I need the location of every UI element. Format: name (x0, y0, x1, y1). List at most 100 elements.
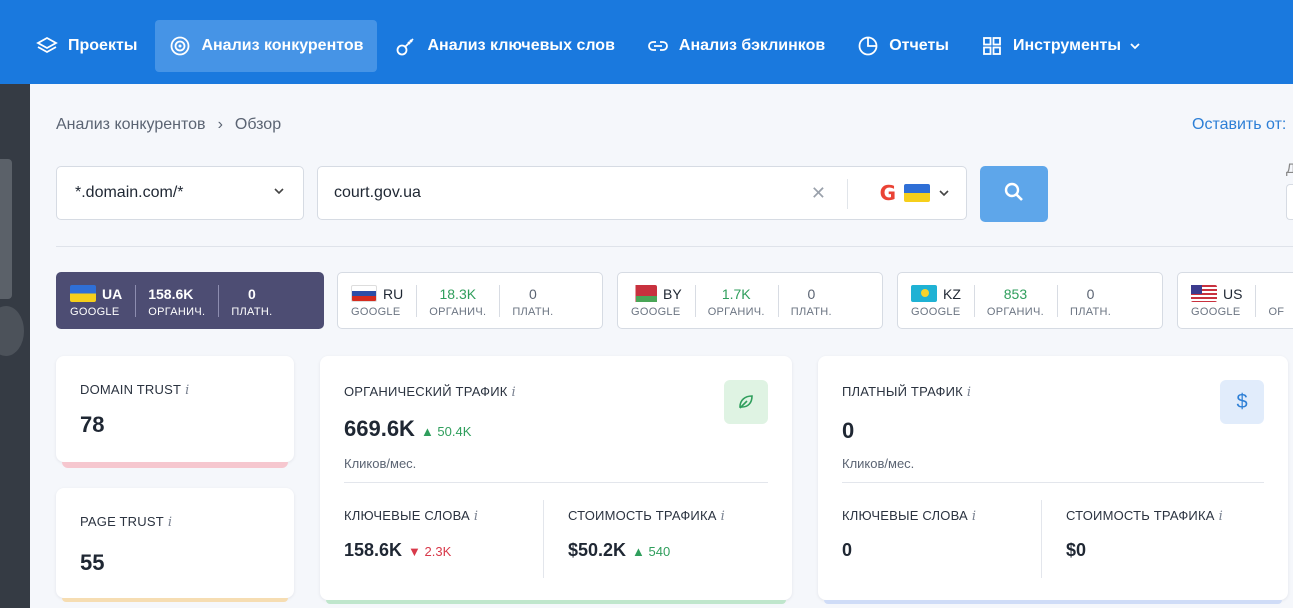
divider (1041, 500, 1042, 578)
divider (847, 179, 848, 209)
region-code: BY (663, 285, 682, 302)
sidebar-toggle[interactable] (0, 306, 24, 356)
organic-cost-title: СТОИМОСТЬ ТРАФИКА i (568, 508, 725, 524)
domain-trust-card: DOMAIN TRUST i 78 (56, 356, 294, 468)
organic-traffic-value-row: 669.6K ▲ 50.4K (344, 416, 471, 442)
page-trust-card: PAGE TRUST i 55 (56, 488, 294, 602)
chevron-right-icon: › (217, 116, 223, 133)
organic-count: 158.6K (148, 285, 194, 302)
organic-count: 1.7K (721, 285, 751, 302)
sidebar-handle[interactable] (0, 159, 12, 299)
nav-item-competitor-analysis[interactable]: Анализ конкурентов (155, 20, 378, 72)
organic-keywords-delta: ▼ 2.3K (408, 544, 452, 559)
paid-traffic-unit: Кликов/мес. (842, 456, 915, 471)
info-icon[interactable]: i (721, 509, 725, 524)
region-code: KZ (943, 285, 961, 302)
kazakhstan-flag-icon (911, 285, 937, 302)
organic-cost-title-text: СТОИМОСТЬ ТРАФИКА (568, 508, 717, 523)
truncated-label: Д (1286, 160, 1293, 176)
organic-traffic-unit: Кликов/мес. (344, 456, 417, 471)
main-content: Анализ конкурентов › Обзор Оставить от: … (30, 84, 1293, 608)
region-engine: GOOGLE (70, 305, 120, 318)
search-mode-select[interactable]: *.domain.com/* (56, 166, 304, 220)
page-trust-title-text: PAGE TRUST (80, 514, 164, 529)
nav-item-projects[interactable]: Проекты (22, 20, 151, 72)
usa-flag-icon (1191, 285, 1217, 302)
truncated-field[interactable] (1286, 184, 1293, 220)
info-icon[interactable]: i (512, 385, 516, 400)
search-button[interactable] (980, 166, 1048, 222)
pie-chart-icon (857, 35, 879, 57)
organic-label: ОРГАНИЧ. (707, 305, 765, 318)
top-navigation-bar: Проекты Анализ конкурентов Анализ ключев… (0, 0, 1293, 84)
region-engine: GOOGLE (631, 305, 681, 318)
nav-item-label: Анализ конкурентов (201, 37, 364, 54)
chevron-down-icon (273, 184, 285, 202)
page-trust-title: PAGE TRUST i (80, 514, 172, 530)
paid-count: 0 (247, 285, 256, 302)
organic-cost-row: $50.2K ▲ 540 (568, 540, 670, 561)
link-icon (647, 35, 669, 57)
target-icon (169, 35, 191, 57)
search-mode-value: *.domain.com/* (75, 184, 184, 201)
russia-flag-icon (351, 285, 377, 302)
region-engine: GOOGLE (1191, 305, 1241, 318)
domain-trust-value: 78 (80, 412, 105, 437)
key-icon (395, 35, 417, 57)
info-icon[interactable]: i (1219, 509, 1223, 524)
paid-label: ПЛАТН. (512, 305, 554, 318)
paid-keywords-title: КЛЮЧЕВЫЕ СЛОВА i (842, 508, 976, 524)
layers-icon (36, 35, 58, 57)
page-trust-value: 55 (80, 550, 105, 575)
organic-traffic-title: ОРГАНИЧЕСКИЙ ТРАФИК i (344, 384, 516, 400)
info-icon[interactable]: i (474, 509, 478, 524)
organic-cost-delta: ▲ 540 (632, 544, 671, 559)
search-query: court.gov.ua (334, 184, 421, 201)
nav-item-reports[interactable]: Отчеты (843, 20, 963, 72)
paid-count: 0 (528, 285, 537, 302)
nav-item-keyword-analysis[interactable]: Анализ ключевых слов (381, 20, 628, 72)
domain-search-input[interactable]: court.gov.ua ✕ G (317, 166, 967, 220)
nav-item-backlink-analysis[interactable]: Анализ бэклинков (633, 20, 839, 72)
organic-label: ОРГАНИЧ. (429, 305, 487, 318)
chevron-down-icon (938, 187, 950, 199)
organic-keywords-title: КЛЮЧЕВЫЕ СЛОВА i (344, 508, 478, 524)
breadcrumb-parent[interactable]: Анализ конкурентов (56, 116, 206, 134)
region-tab-us[interactable]: US GOOGLE OF (1177, 272, 1293, 329)
nav-item-tools[interactable]: Инструменты (967, 20, 1155, 72)
paid-traffic-value: 0 (842, 418, 855, 443)
region-engine: GOOGLE (351, 305, 401, 318)
region-tab-by[interactable]: BY GOOGLE 1.7K ОРГАНИЧ. 0 ПЛАТН. (617, 272, 883, 329)
region-tab-kz[interactable]: KZ GOOGLE 853 ОРГАНИЧ. 0 ПЛАТН. (897, 272, 1163, 329)
domain-trust-title: DOMAIN TRUST i (80, 382, 189, 398)
paid-count: 0 (807, 285, 816, 302)
breadcrumb-current: Обзор (234, 116, 282, 133)
engine-country-select[interactable]: G (880, 181, 950, 205)
paid-keywords-title-text: КЛЮЧЕВЫЕ СЛОВА (842, 508, 968, 523)
nav-item-label: Анализ бэклинков (678, 37, 826, 54)
nav-item-label: Анализ ключевых слов (427, 37, 615, 54)
organic-label: ОРГАНИЧ. (986, 305, 1044, 318)
search-icon (1003, 181, 1025, 208)
google-logo-icon: G (879, 181, 896, 205)
feedback-link[interactable]: Оставить от: (1192, 116, 1286, 134)
region-tab-ua[interactable]: UA GOOGLE 158.6K ОРГАНИЧ. 0 ПЛАТН. (56, 272, 324, 329)
paid-cost-title: СТОИМОСТЬ ТРАФИКА i (1066, 508, 1223, 524)
region-tab-ru[interactable]: RU GOOGLE 18.3K ОРГАНИЧ. 0 ПЛАТН. (337, 272, 603, 329)
leaf-icon (724, 380, 768, 424)
paid-traffic-card: ПЛАТНЫЙ ТРАФИК i $ 0 Кликов/мес. КЛЮЧЕВЫЕ… (818, 356, 1288, 604)
left-sidebar-collapsed (0, 84, 30, 608)
divider (344, 482, 768, 483)
nav-item-label: Проекты (68, 37, 138, 54)
organic-label: ОРГАНИЧ. (148, 305, 206, 318)
organic-traffic-value: 669.6K (344, 416, 415, 441)
info-icon[interactable]: i (972, 509, 976, 524)
info-icon[interactable]: i (168, 515, 172, 530)
info-icon[interactable]: i (967, 385, 971, 400)
region-code: US (1223, 285, 1243, 302)
info-icon[interactable]: i (185, 383, 189, 398)
divider (56, 246, 1293, 247)
divider (543, 500, 544, 578)
card-accent (62, 462, 288, 468)
clear-icon[interactable]: ✕ (811, 183, 826, 204)
